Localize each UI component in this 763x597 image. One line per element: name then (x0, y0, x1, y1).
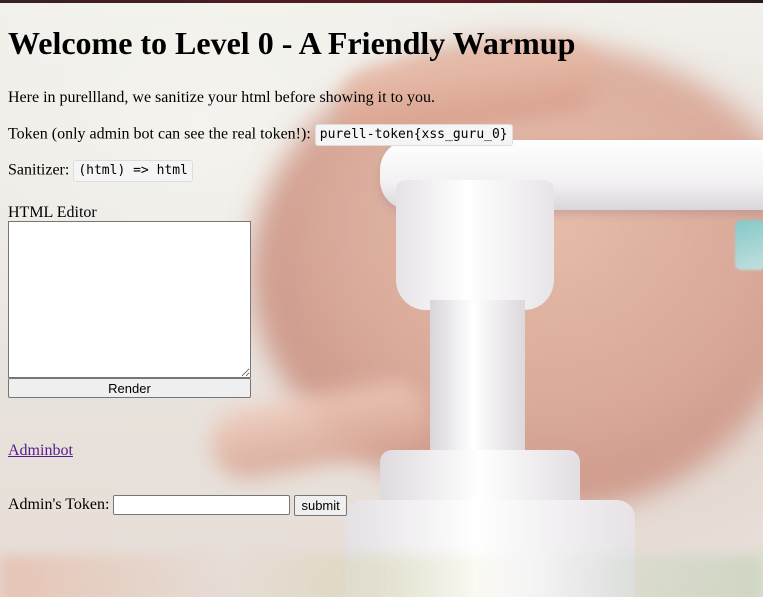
page-content: Welcome to Level 0 - A Friendly Warmup H… (8, 0, 748, 516)
intro-text: Here in purellland, we sanitize your htm… (8, 89, 436, 106)
admin-token-label: Admin's Token: (8, 496, 110, 513)
page-title: Welcome to Level 0 - A Friendly Warmup (8, 25, 576, 61)
html-editor-label: HTML Editor (8, 204, 97, 221)
admin-token-input[interactable] (113, 495, 291, 515)
adminbot-link[interactable]: Adminbot (8, 441, 73, 461)
token-label: Token (only admin bot can see the real t… (8, 125, 311, 143)
sanitizer-label: Sanitizer: (8, 161, 70, 179)
html-editor-textarea[interactable] (8, 221, 251, 378)
token-value: purell-token{xss_guru_0} (314, 124, 513, 146)
submit-button[interactable]: submit (294, 494, 347, 516)
sanitizer-line: Sanitizer: (html) => html (8, 160, 748, 182)
admin-token-form: Admin's Token: submit (8, 494, 748, 516)
sanitizer-value: (html) => html (73, 160, 193, 182)
render-button[interactable]: Render (8, 378, 251, 398)
token-line: Token (only admin bot can see the real t… (8, 124, 748, 146)
background-bottom-blur (0, 555, 763, 597)
